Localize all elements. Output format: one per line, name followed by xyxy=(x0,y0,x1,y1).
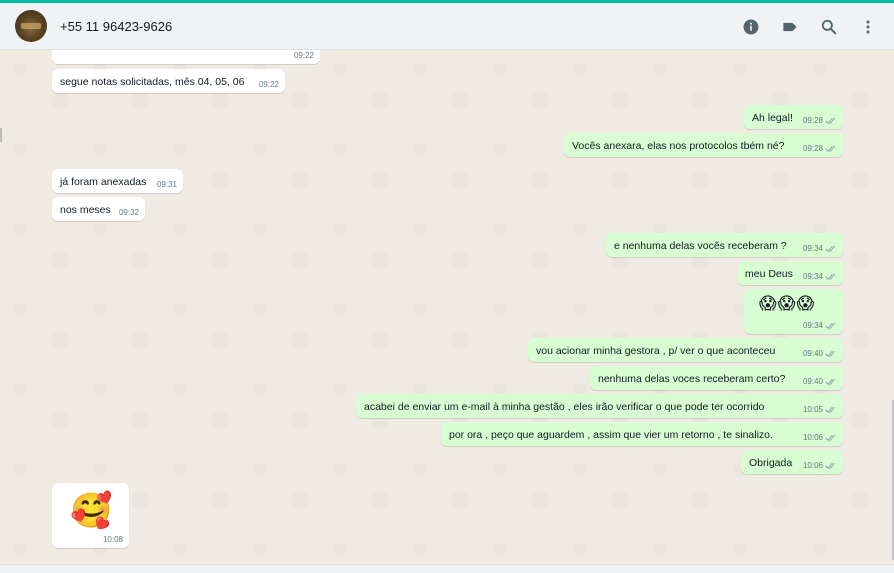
message-time: 09:32 xyxy=(118,208,139,217)
message-outgoing[interactable]: Ah legal! 09:28 xyxy=(744,105,843,129)
message-incoming[interactable]: nos meses 09:32 xyxy=(52,197,145,221)
read-ticks-icon xyxy=(825,350,836,357)
composer-bar xyxy=(0,564,894,573)
read-ticks-icon xyxy=(825,117,836,124)
message-time: 09:31 xyxy=(156,180,177,189)
menu-icon[interactable] xyxy=(856,15,880,39)
message-time: 09:40 xyxy=(802,377,823,386)
label-icon[interactable] xyxy=(778,15,802,39)
message-text: Vocês anexara, elas nos protocolos tbém … xyxy=(572,140,785,152)
message-outgoing[interactable]: Vocês anexara, elas nos protocolos tbém … xyxy=(564,133,843,157)
read-ticks-icon xyxy=(825,378,836,385)
info-icon[interactable] xyxy=(739,15,763,39)
message-text: Obrigada xyxy=(749,457,793,469)
message-incoming[interactable]: 09:22 xyxy=(52,50,320,64)
panel-edge xyxy=(0,128,2,142)
message-outgoing[interactable]: vou acionar minha gestora , p/ ver o que… xyxy=(528,338,843,362)
message-text: meu Deus xyxy=(745,268,793,280)
message-text: segue notas solicitadas, mês 04, 05, 06 xyxy=(60,76,245,88)
message-time: 09:28 xyxy=(802,144,823,153)
message-time: 09:34 xyxy=(802,321,823,330)
message-time: 09:34 xyxy=(802,272,823,281)
chat-header: +55 11 96423-9626 xyxy=(0,3,894,50)
message-emoji: 😱😱😱 xyxy=(759,294,816,313)
message-time: 09:34 xyxy=(802,244,823,253)
search-icon[interactable] xyxy=(817,15,841,39)
read-ticks-icon xyxy=(825,434,836,441)
message-time: 10:06 xyxy=(802,433,823,442)
read-ticks-icon xyxy=(825,145,836,152)
read-ticks-icon xyxy=(825,245,836,252)
message-outgoing[interactable]: 😱😱😱 09:34 xyxy=(744,289,843,334)
message-emoji: 🥰 xyxy=(70,492,113,530)
message-time: 09:22 xyxy=(293,51,314,60)
message-time: 09:40 xyxy=(802,349,823,358)
message-incoming[interactable]: segue notas solicitadas, mês 04, 05, 06 … xyxy=(52,69,285,93)
message-text: vou acionar minha gestora , p/ ver o que… xyxy=(536,345,776,357)
message-text: e nenhuma delas vocês receberam ? xyxy=(614,240,787,252)
header-actions xyxy=(739,3,880,50)
message-incoming[interactable]: já foram anexadas 09:31 xyxy=(52,169,183,193)
message-text: já foram anexadas xyxy=(60,176,147,188)
read-ticks-icon xyxy=(825,406,836,413)
message-outgoing[interactable]: nenhuma delas voces receberam certo? 09:… xyxy=(590,366,843,390)
message-text: acabei de enviar um e-mail à minha gestã… xyxy=(364,401,765,413)
message-outgoing[interactable]: acabei de enviar um e-mail à minha gestã… xyxy=(356,394,843,418)
message-list[interactable]: 09:22 segue notas solicitadas, mês 04, 0… xyxy=(0,50,894,564)
message-time: 09:22 xyxy=(258,80,279,89)
read-ticks-icon xyxy=(825,462,836,469)
message-time: 10:05 xyxy=(802,405,823,414)
message-text: nos meses xyxy=(60,204,111,216)
message-text: por ora , peço que aguardem , assim que … xyxy=(449,429,773,441)
message-time: 10:06 xyxy=(802,461,823,470)
message-incoming[interactable]: 🥰 10:08 xyxy=(52,483,129,548)
message-outgoing[interactable]: Obrigada 10:06 xyxy=(741,450,843,474)
contact-name[interactable]: +55 11 96423-9626 xyxy=(60,19,172,34)
message-text: nenhuma delas voces receberam certo? xyxy=(598,373,786,385)
message-text: Ah legal! xyxy=(752,112,793,124)
read-ticks-icon xyxy=(825,322,836,329)
message-time: 09:28 xyxy=(802,116,823,125)
message-time: 10:08 xyxy=(102,535,123,544)
read-ticks-icon xyxy=(825,273,836,280)
message-outgoing[interactable]: e nenhuma delas vocês receberam ? 09:34 xyxy=(606,233,843,257)
message-outgoing[interactable]: por ora , peço que aguardem , assim que … xyxy=(441,422,843,446)
avatar[interactable] xyxy=(15,10,47,42)
message-outgoing[interactable]: meu Deus 09:34 xyxy=(737,261,843,285)
